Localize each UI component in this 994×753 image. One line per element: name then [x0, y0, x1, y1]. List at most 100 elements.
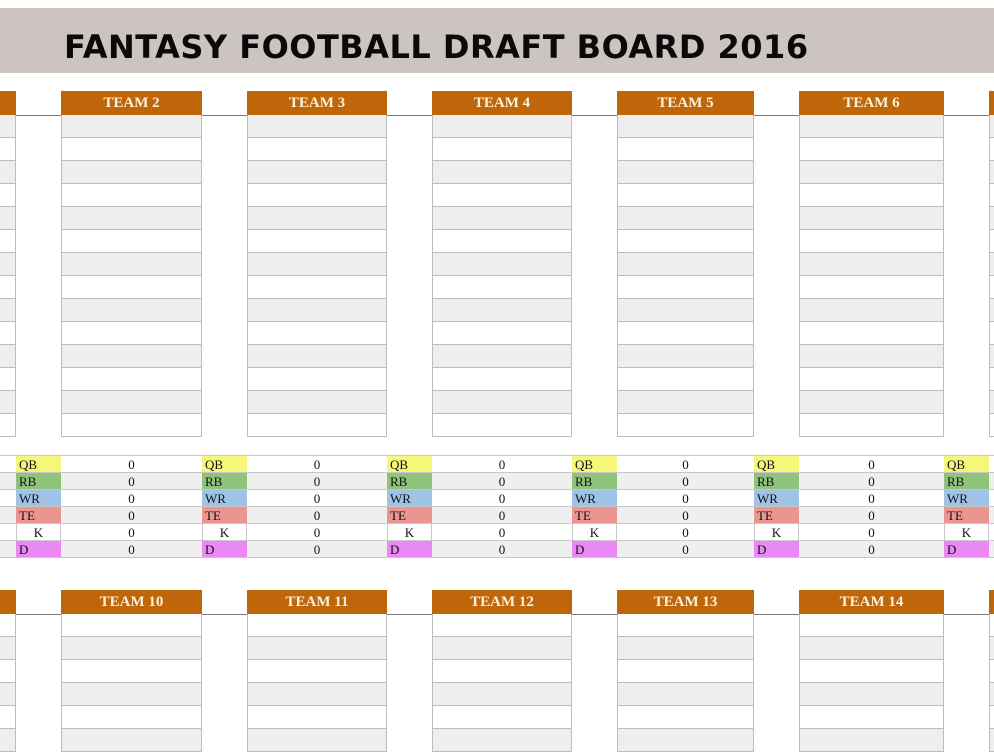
pick-cell[interactable]: [62, 391, 201, 414]
pick-cell[interactable]: [433, 414, 571, 437]
pick-cell[interactable]: [990, 614, 994, 637]
pick-cell[interactable]: [248, 660, 386, 683]
pick-cell[interactable]: [990, 276, 994, 299]
team-header[interactable]: TEAM 10: [61, 590, 202, 614]
pick-cell[interactable]: [0, 161, 15, 184]
team-header[interactable]: TEAM 2: [61, 91, 202, 115]
pick-cell[interactable]: [990, 184, 994, 207]
pick-cell[interactable]: [800, 660, 943, 683]
pick-cell[interactable]: [62, 637, 201, 660]
pick-cell[interactable]: [990, 115, 994, 138]
pick-cell[interactable]: [0, 414, 15, 437]
pick-cell[interactable]: [433, 138, 571, 161]
pick-cell[interactable]: [433, 207, 571, 230]
pick-cell[interactable]: [248, 345, 386, 368]
team-header[interactable]: TEAM 15: [989, 590, 994, 614]
pick-cell[interactable]: [618, 660, 753, 683]
pick-cell[interactable]: [800, 207, 943, 230]
pick-cell[interactable]: [618, 207, 753, 230]
pick-cell[interactable]: [62, 414, 201, 437]
pick-cell[interactable]: [62, 115, 201, 138]
pick-cell[interactable]: [618, 299, 753, 322]
pick-cell[interactable]: [433, 299, 571, 322]
pick-cell[interactable]: [990, 230, 994, 253]
pick-cell[interactable]: [248, 230, 386, 253]
pick-cell[interactable]: [248, 276, 386, 299]
pick-cell[interactable]: [0, 138, 15, 161]
pick-cell[interactable]: [0, 230, 15, 253]
pick-cell[interactable]: [62, 660, 201, 683]
pick-cell[interactable]: [800, 637, 943, 660]
pick-cell[interactable]: [618, 253, 753, 276]
pick-cell[interactable]: [0, 322, 15, 345]
pick-cell[interactable]: [800, 322, 943, 345]
pick-cell[interactable]: [248, 683, 386, 706]
pick-cell[interactable]: [800, 391, 943, 414]
pick-cell[interactable]: [800, 184, 943, 207]
team-header[interactable]: TEAM 11: [247, 590, 387, 614]
pick-cell[interactable]: [618, 322, 753, 345]
team-header[interactable]: TEAM 9: [0, 590, 16, 614]
pick-cell[interactable]: [0, 184, 15, 207]
team-header[interactable]: TEAM 5: [617, 91, 754, 115]
pick-cell[interactable]: [62, 253, 201, 276]
pick-cell[interactable]: [62, 207, 201, 230]
pick-cell[interactable]: [618, 683, 753, 706]
team-header[interactable]: TEAM 7: [989, 91, 994, 115]
pick-cell[interactable]: [248, 161, 386, 184]
pick-cell[interactable]: [62, 368, 201, 391]
pick-cell[interactable]: [618, 414, 753, 437]
pick-cell[interactable]: [618, 161, 753, 184]
pick-cell[interactable]: [800, 683, 943, 706]
pick-cell[interactable]: [248, 138, 386, 161]
pick-cell[interactable]: [990, 683, 994, 706]
pick-cell[interactable]: [248, 115, 386, 138]
pick-cell[interactable]: [990, 161, 994, 184]
pick-cell[interactable]: [0, 660, 15, 683]
pick-cell[interactable]: [433, 276, 571, 299]
pick-cell[interactable]: [990, 660, 994, 683]
pick-cell[interactable]: [618, 138, 753, 161]
pick-cell[interactable]: [62, 729, 201, 752]
pick-cell[interactable]: [800, 299, 943, 322]
pick-cell[interactable]: [62, 161, 201, 184]
pick-cell[interactable]: [248, 729, 386, 752]
pick-cell[interactable]: [800, 138, 943, 161]
pick-cell[interactable]: [800, 614, 943, 637]
pick-cell[interactable]: [990, 253, 994, 276]
pick-cell[interactable]: [62, 230, 201, 253]
pick-cell[interactable]: [62, 322, 201, 345]
pick-cell[interactable]: [433, 614, 571, 637]
pick-cell[interactable]: [248, 637, 386, 660]
pick-cell[interactable]: [433, 391, 571, 414]
pick-cell[interactable]: [990, 637, 994, 660]
pick-cell[interactable]: [433, 230, 571, 253]
pick-cell[interactable]: [0, 115, 15, 138]
pick-cell[interactable]: [0, 637, 15, 660]
pick-cell[interactable]: [618, 276, 753, 299]
pick-cell[interactable]: [62, 276, 201, 299]
pick-cell[interactable]: [0, 345, 15, 368]
pick-cell[interactable]: [800, 253, 943, 276]
pick-cell[interactable]: [248, 253, 386, 276]
team-header[interactable]: TEAM 1: [0, 91, 16, 115]
pick-cell[interactable]: [433, 660, 571, 683]
pick-cell[interactable]: [433, 368, 571, 391]
pick-cell[interactable]: [618, 706, 753, 729]
pick-cell[interactable]: [0, 729, 15, 752]
pick-cell[interactable]: [618, 184, 753, 207]
pick-cell[interactable]: [990, 368, 994, 391]
pick-cell[interactable]: [0, 276, 15, 299]
pick-cell[interactable]: [618, 368, 753, 391]
pick-cell[interactable]: [62, 138, 201, 161]
pick-cell[interactable]: [800, 115, 943, 138]
pick-cell[interactable]: [433, 706, 571, 729]
pick-cell[interactable]: [0, 706, 15, 729]
pick-cell[interactable]: [248, 706, 386, 729]
pick-cell[interactable]: [618, 637, 753, 660]
pick-cell[interactable]: [248, 322, 386, 345]
pick-cell[interactable]: [618, 391, 753, 414]
pick-cell[interactable]: [990, 322, 994, 345]
pick-cell[interactable]: [990, 391, 994, 414]
pick-cell[interactable]: [62, 299, 201, 322]
